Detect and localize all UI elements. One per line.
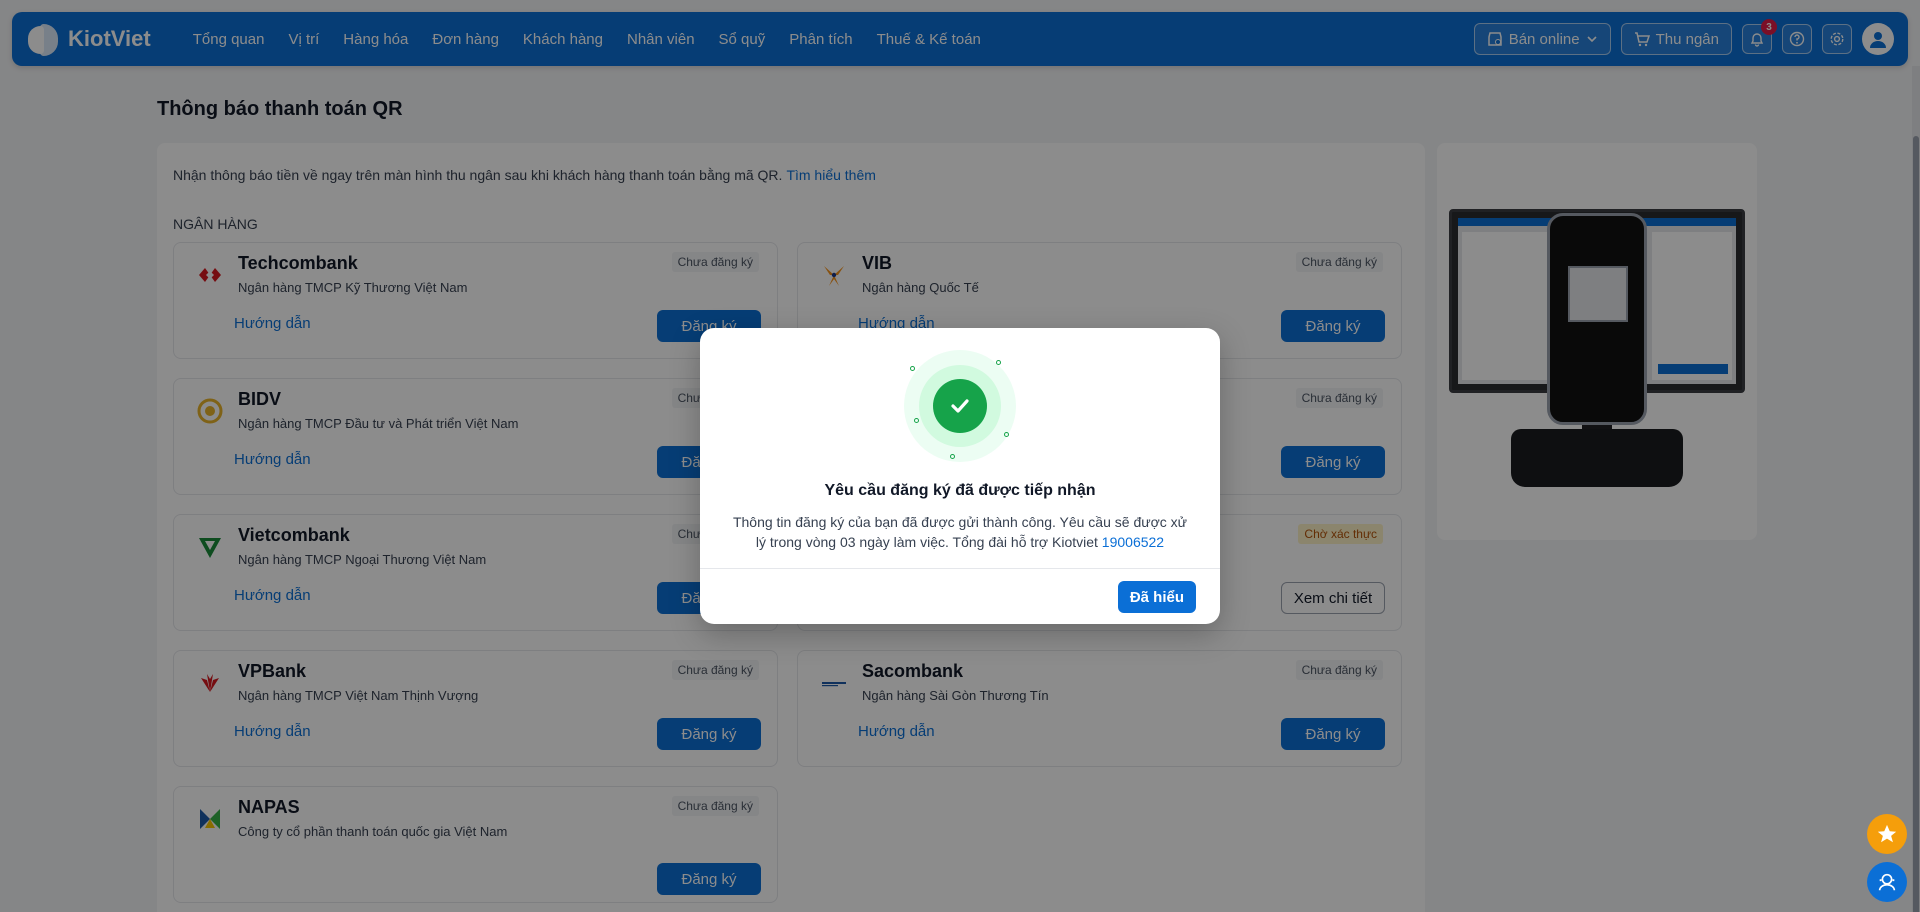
modal-title: Yêu cầu đăng ký đã được tiếp nhận (824, 482, 1096, 499)
hotline-link[interactable]: 19006522 (1102, 534, 1164, 550)
check-icon (933, 379, 987, 433)
understood-button[interactable]: Đã hiểu (1117, 581, 1196, 613)
star-icon (1877, 824, 1897, 843)
favorite-button[interactable] (1867, 814, 1907, 854)
success-illustration (900, 346, 1020, 466)
support-button[interactable] (1867, 862, 1907, 902)
modal-message: Thông tin đăng ký của bạn đã được gửi th… (730, 512, 1190, 552)
support-agent-icon (1878, 873, 1896, 891)
modal-divider (700, 568, 1220, 569)
success-modal: Yêu cầu đăng ký đã được tiếp nhận Thông … (700, 328, 1220, 624)
